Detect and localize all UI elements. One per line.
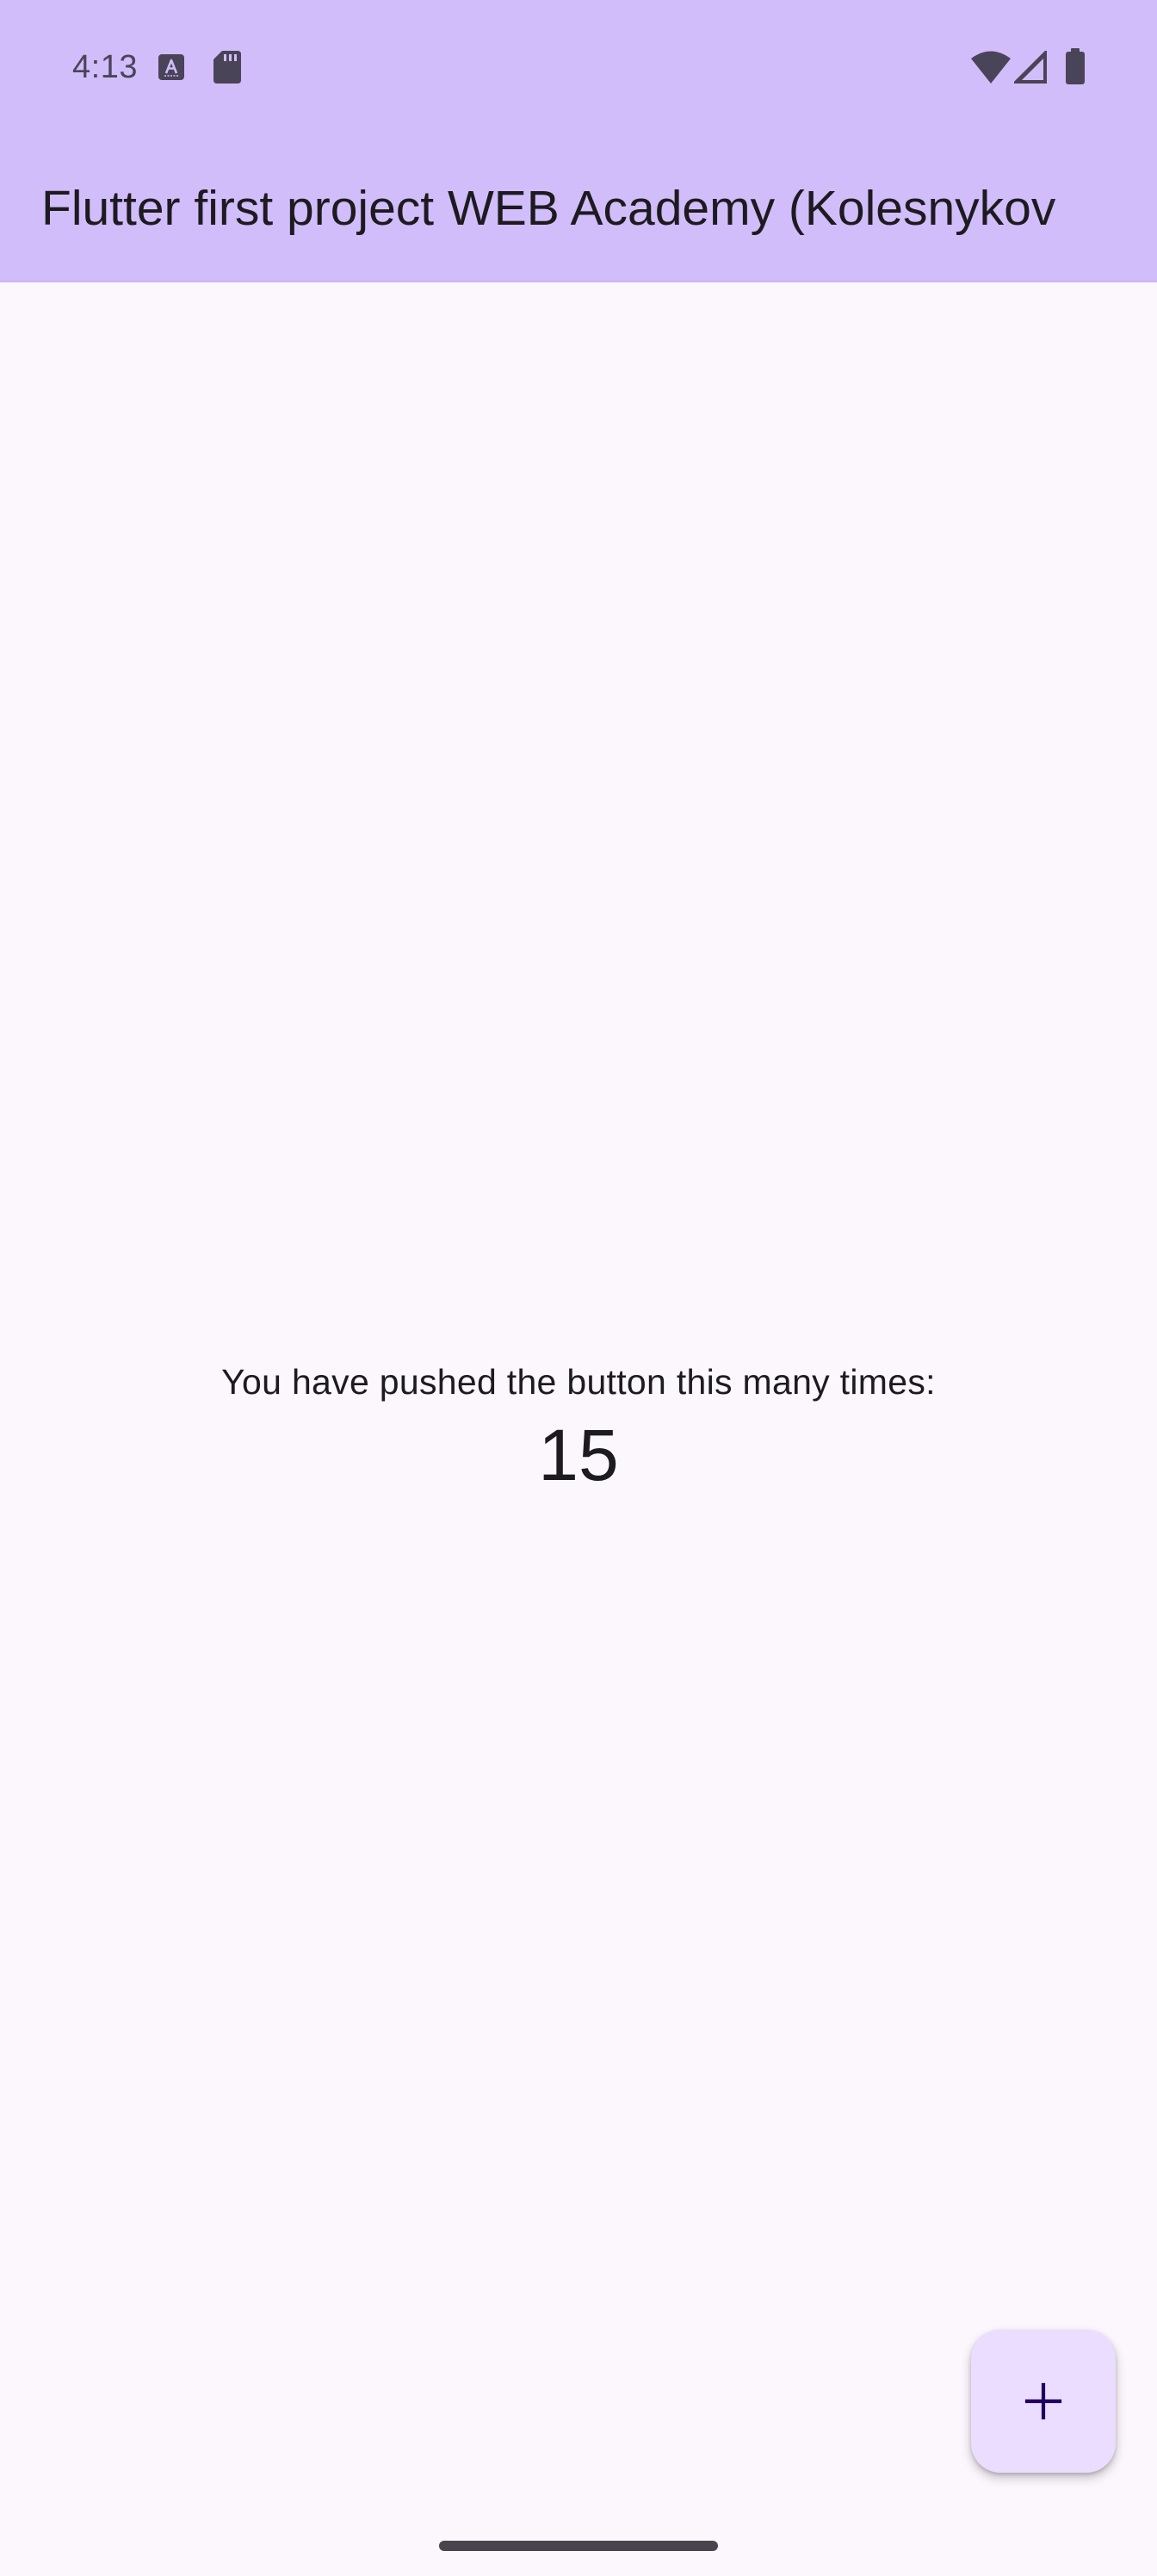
counter-label: You have pushed the button this many tim… [221,1362,936,1402]
counter-value: 15 [538,1415,619,1495]
battery-icon [1066,48,1085,84]
status-time: 4:13 [72,49,138,85]
text-a-notification-icon [158,54,184,80]
app-bar: Flutter first project WEB Academy (Koles… [0,136,1157,282]
status-bar: 4:13 [0,0,1157,136]
sd-card-icon [213,51,241,84]
cellular-signal-icon [1014,51,1047,84]
plus-icon [1024,2382,1062,2420]
app-bar-title: Flutter first project WEB Academy (Koles… [41,181,1056,236]
wifi-icon [971,51,1011,84]
increment-fab-button[interactable] [971,2330,1116,2473]
home-indicator[interactable] [439,2541,718,2551]
